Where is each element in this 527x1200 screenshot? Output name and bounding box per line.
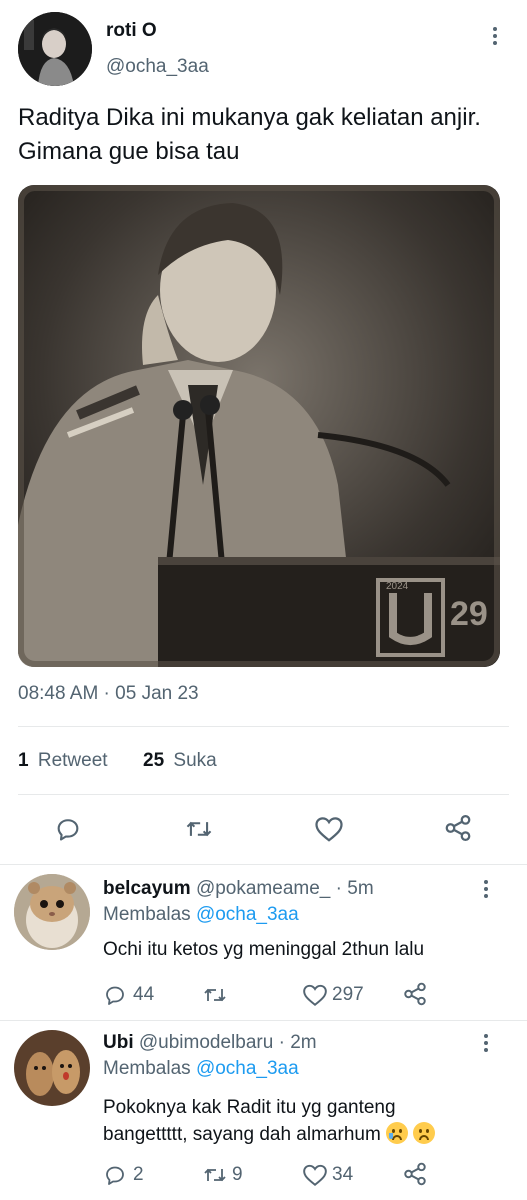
divider — [18, 794, 509, 795]
reply-handle[interactable]: @ubimodelbaru — [139, 1032, 273, 1053]
replying-to: Membalas @ocha_3aa — [103, 904, 299, 926]
tweet-text: Raditya Dika ini mukanya gak keliatan an… — [18, 104, 481, 165]
sad-tear-emoji-icon — [386, 1122, 409, 1144]
reply-header: Ubi @ubimodelbaru · 2m — [103, 1032, 317, 1054]
reply-icon[interactable] — [54, 815, 82, 843]
tweet-photo[interactable]: 2024 29 — [18, 185, 500, 667]
like-stats[interactable]: 25 Suka — [143, 750, 217, 772]
like-icon[interactable] — [302, 983, 328, 1007]
reply-text: Ochi itu ketos yg meninggal 2thun lalu — [103, 939, 425, 960]
reply-text-line: bangettttt, sayang dah almarhum — [103, 1124, 381, 1145]
reply-text-line: Pokoknya kak Radit itu yg ganteng — [103, 1097, 396, 1118]
like-label: Suka — [173, 750, 217, 771]
divider — [0, 864, 527, 865]
photo-logo-year: 2024 — [386, 581, 409, 592]
reply-icon[interactable] — [103, 1163, 127, 1187]
like-icon[interactable] — [314, 815, 344, 843]
like-count: 297 — [332, 984, 364, 1005]
replying-handle[interactable]: @ocha_3aa — [196, 904, 299, 925]
retweet-label: Retweet — [37, 750, 108, 771]
reply-handle[interactable]: @pokameame_ — [196, 878, 330, 899]
tweet-timestamp[interactable]: 08:48 AM · 05 Jan 23 — [18, 683, 199, 705]
like-count: 25 — [143, 750, 165, 771]
avatar-photo — [18, 12, 92, 86]
retweet-icon[interactable] — [184, 815, 214, 843]
photo-image: 2024 29 — [18, 185, 500, 667]
retweet-count: 1 — [18, 750, 29, 771]
hamster-image — [14, 874, 90, 950]
more-icon[interactable] — [484, 880, 490, 901]
reply-time: · 5m — [335, 878, 374, 899]
reply-count: 2 — [133, 1164, 144, 1185]
frowning-emoji-icon — [413, 1122, 436, 1144]
reply-header: belcayum @pokameame_ · 5m — [103, 878, 374, 900]
retweet-icon[interactable] — [202, 1163, 228, 1187]
retweet-icon[interactable] — [202, 983, 228, 1007]
replying-handle[interactable]: @ocha_3aa — [196, 1058, 299, 1079]
replying-to: Membalas @ocha_3aa — [103, 1058, 299, 1080]
reply-display-name[interactable]: belcayum — [103, 878, 191, 899]
more-icon[interactable] — [484, 1034, 490, 1055]
divider — [0, 1020, 527, 1021]
author-handle[interactable]: @ocha_3aa — [106, 56, 209, 78]
photo-corner-number: 29 — [450, 595, 488, 633]
potato-image — [14, 1030, 90, 1106]
retweet-count: 9 — [232, 1164, 243, 1185]
reply-avatar[interactable] — [14, 1030, 90, 1106]
share-icon[interactable] — [402, 981, 428, 1007]
reply-count: 44 — [133, 984, 155, 1005]
author-avatar[interactable] — [18, 12, 92, 86]
reply-display-name[interactable]: Ubi — [103, 1032, 134, 1053]
reply-icon[interactable] — [103, 983, 127, 1007]
replying-prefix: Membalas — [103, 904, 191, 925]
reply-text: Pokoknya kak Radit itu yg ganteng banget… — [103, 1094, 436, 1148]
more-icon[interactable] — [493, 27, 499, 48]
like-icon[interactable] — [302, 1163, 328, 1187]
replying-prefix: Membalas — [103, 1058, 191, 1079]
share-icon[interactable] — [402, 1161, 428, 1187]
like-count: 34 — [332, 1164, 354, 1185]
retweet-stats[interactable]: 1 Retweet — [18, 750, 108, 772]
reply-text-line-2: bangettttt, sayang dah almarhum — [103, 1121, 436, 1148]
reply-avatar[interactable] — [14, 874, 90, 950]
author-display-name[interactable]: roti O — [106, 20, 157, 42]
share-icon[interactable] — [443, 813, 473, 843]
divider — [18, 726, 509, 727]
reply-time: · 2m — [278, 1032, 317, 1053]
